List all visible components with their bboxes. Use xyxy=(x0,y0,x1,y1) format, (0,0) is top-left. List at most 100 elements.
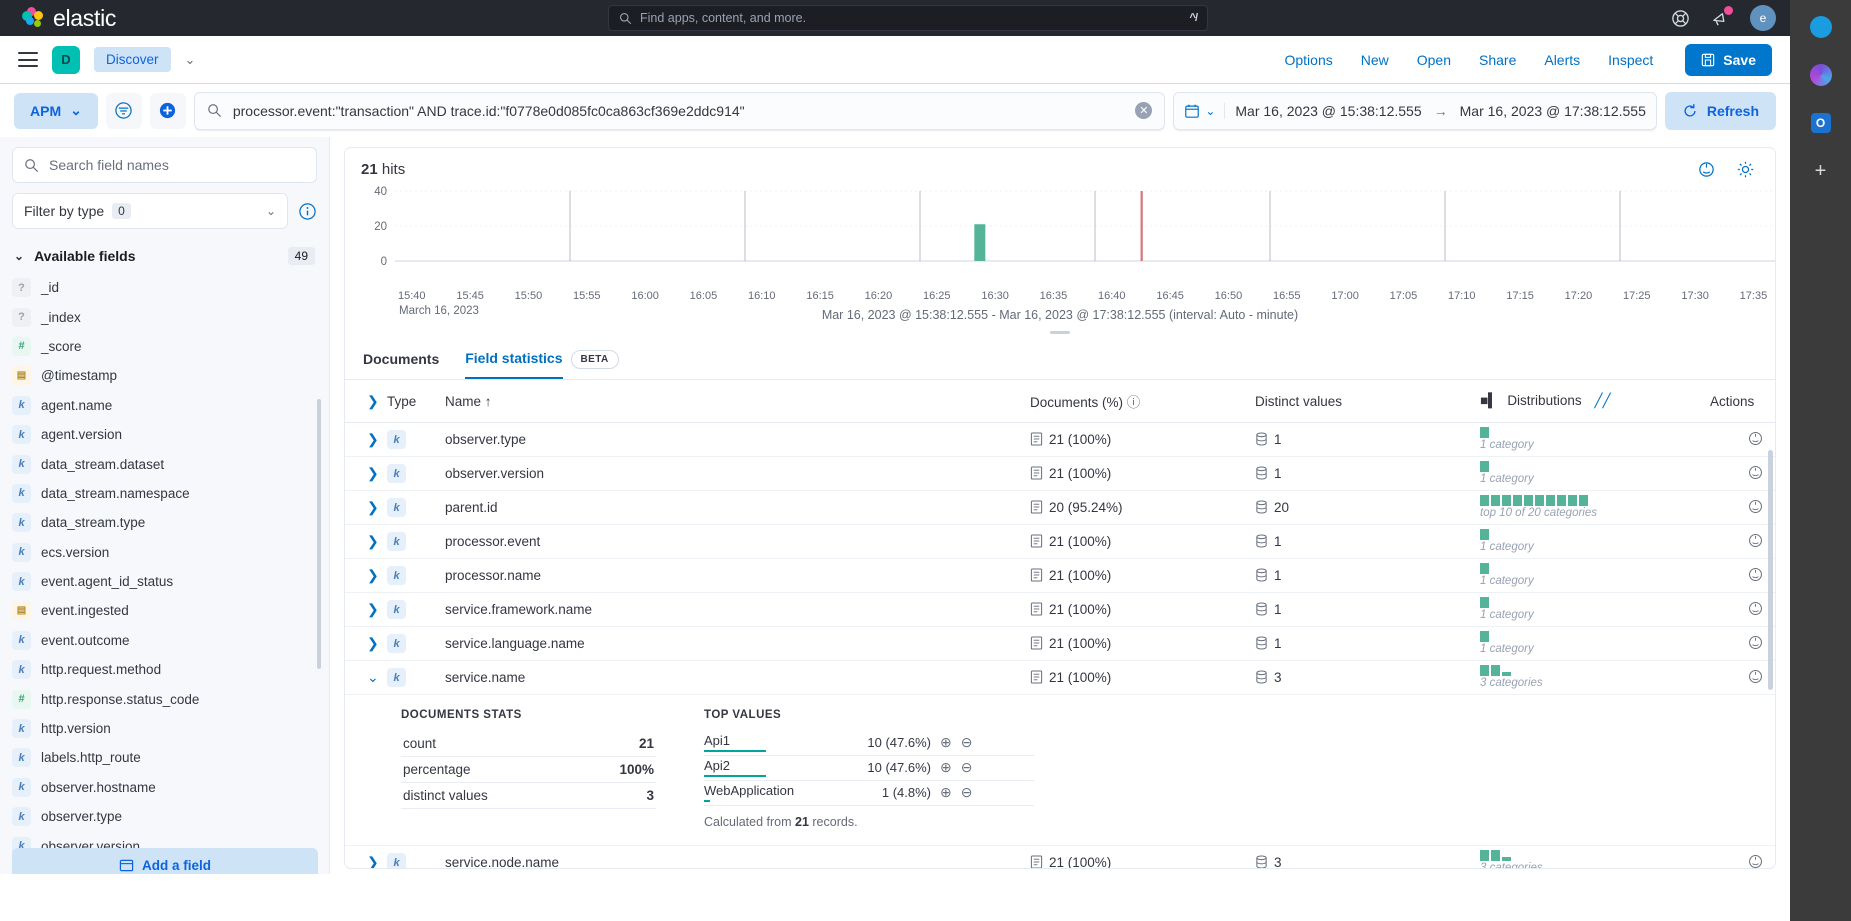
available-fields-header[interactable]: ⌄ Available fields 49 xyxy=(12,241,317,273)
sidebar-field-http.version[interactable]: k http.version xyxy=(12,714,317,743)
new-button[interactable]: New xyxy=(1361,52,1389,68)
visualize-action-icon[interactable] xyxy=(1747,532,1764,549)
table-row[interactable]: ❯ k service.language.name 21 (100%) 1 1 categ… xyxy=(345,626,1775,661)
visualize-action-icon[interactable] xyxy=(1747,600,1764,617)
row-expand-toggle[interactable]: ❯ xyxy=(345,845,387,868)
chevron-down-icon[interactable]: ⌄ xyxy=(367,669,379,686)
sidebar-field-ecs.version[interactable]: k ecs.version xyxy=(12,538,317,567)
table-row[interactable]: ❯ k observer.version 21 (100%) 1 1 category xyxy=(345,456,1775,491)
sidebar-field-_index[interactable]: ? _index xyxy=(12,302,317,331)
table-row[interactable]: ❯ k observer.type 21 (100%) 1 1 category xyxy=(345,422,1775,457)
row-expand-toggle[interactable]: ⌄ xyxy=(345,660,387,695)
alerts-button[interactable]: Alerts xyxy=(1544,52,1580,68)
field-search-input[interactable]: Search field names xyxy=(12,147,317,183)
row-expand-toggle[interactable]: ❯ xyxy=(345,592,387,627)
filter-out-value-button[interactable]: ⊖ xyxy=(961,759,973,776)
row-actions[interactable] xyxy=(1710,456,1775,491)
elastic-logo[interactable]: elastic xyxy=(22,5,116,32)
outlook-icon[interactable]: O xyxy=(1808,110,1834,136)
visualize-action-icon[interactable] xyxy=(1747,853,1764,870)
chevron-right-icon[interactable]: ❯ xyxy=(367,499,379,516)
add-icon[interactable]: + xyxy=(1808,158,1834,184)
copilot-icon[interactable] xyxy=(1808,14,1834,40)
gear-icon[interactable] xyxy=(1736,160,1755,179)
chevron-right-icon[interactable]: ❯ xyxy=(367,533,379,550)
visualize-action-icon[interactable] xyxy=(1747,668,1764,685)
chart-options-icon[interactable] xyxy=(1697,160,1716,179)
share-button[interactable]: Share xyxy=(1479,52,1516,68)
breadcrumb[interactable]: Discover xyxy=(94,47,171,72)
col-type[interactable]: Type xyxy=(387,380,445,423)
time-start[interactable]: Mar 16, 2023 @ 15:38:12.555 xyxy=(1235,103,1421,119)
table-scrollbar[interactable] xyxy=(1768,450,1773,690)
time-end[interactable]: Mar 16, 2023 @ 17:38:12.555 xyxy=(1460,103,1646,119)
sidebar-field-_id[interactable]: ? _id xyxy=(12,273,317,302)
chevron-right-icon[interactable]: ❯ xyxy=(367,601,379,618)
space-avatar[interactable]: D xyxy=(52,45,80,74)
row-actions[interactable] xyxy=(1710,592,1775,627)
table-row[interactable]: ❯ k service.node.name 21 (100%) 3 3 categorie… xyxy=(345,845,1775,870)
date-quick-select[interactable]: ⌄ xyxy=(1184,102,1226,119)
chevron-right-icon[interactable]: ❯ xyxy=(367,431,379,448)
clear-query-button[interactable]: ✕ xyxy=(1135,102,1153,119)
chevron-right-icon[interactable]: ❯ xyxy=(367,465,379,482)
visualize-action-icon[interactable] xyxy=(1747,634,1764,651)
row-expand-toggle[interactable]: ❯ xyxy=(345,422,387,457)
table-row[interactable]: ❯ k processor.event 21 (100%) 1 1 category xyxy=(345,524,1775,559)
filter-out-value-button[interactable]: ⊖ xyxy=(961,784,973,801)
table-row[interactable]: ⌄ k service.name 21 (100%) 3 3 categories xyxy=(345,660,1775,695)
histogram-chart[interactable]: 0 20 40 15:40 15:45 15:50 15:55 16:00 16:05 16:1… xyxy=(345,181,1775,317)
row-actions[interactable] xyxy=(1710,845,1775,870)
row-actions[interactable] xyxy=(1710,422,1775,457)
refresh-button[interactable]: Refresh xyxy=(1664,91,1776,130)
add-filter-button[interactable] xyxy=(105,92,142,129)
sidebar-field-@timestamp[interactable]: ▤ @timestamp xyxy=(12,361,317,390)
sidebar-scrollbar[interactable] xyxy=(317,399,321,669)
row-expand-toggle[interactable]: ❯ xyxy=(345,524,387,559)
sidebar-field-event.ingested[interactable]: ▤ event.ingested xyxy=(12,596,317,625)
sidebar-field-observer.type[interactable]: k observer.type xyxy=(12,802,317,831)
visualize-action-icon[interactable] xyxy=(1747,464,1764,481)
row-expand-toggle[interactable]: ❯ xyxy=(345,558,387,593)
visualize-action-icon[interactable] xyxy=(1747,498,1764,515)
table-row[interactable]: ❯ k parent.id 20 (95.24%) 20 top 10 of 20 cat… xyxy=(345,490,1775,525)
add-query-button[interactable] xyxy=(149,92,186,129)
tab-documents[interactable]: Documents xyxy=(363,341,439,378)
global-search-input[interactable]: Find apps, content, and more. ^/ xyxy=(608,5,1208,31)
chevron-right-icon[interactable]: ❯ xyxy=(367,567,379,584)
table-row[interactable]: ❯ k processor.name 21 (100%) 1 1 category xyxy=(345,558,1775,593)
tab-field-statistics[interactable]: Field statistics xyxy=(465,340,563,379)
col-documents[interactable]: Documents (%) ⓘ xyxy=(1030,380,1255,423)
inspect-button[interactable]: Inspect xyxy=(1608,52,1653,68)
col-name[interactable]: Name ↑ xyxy=(445,380,1030,423)
chevron-down-icon[interactable]: ⌄ xyxy=(185,52,196,68)
visualize-action-icon[interactable] xyxy=(1747,566,1764,583)
sidebar-field-agent.version[interactable]: k agent.version xyxy=(12,420,317,449)
sidebar-field-data_stream.dataset[interactable]: k data_stream.dataset xyxy=(12,449,317,478)
user-avatar[interactable]: e xyxy=(1750,5,1776,31)
chevron-right-icon[interactable]: ❯ xyxy=(367,854,379,868)
filter-for-value-button[interactable]: ⊕ xyxy=(940,759,952,776)
open-button[interactable]: Open xyxy=(1417,52,1451,68)
filter-for-value-button[interactable]: ⊕ xyxy=(940,784,952,801)
chart-resize-handle[interactable] xyxy=(1050,331,1070,334)
add-field-button[interactable]: Add a field xyxy=(12,848,318,874)
row-actions[interactable] xyxy=(1710,660,1775,695)
time-range-picker[interactable]: ⌄ Mar 16, 2023 @ 15:38:12.555 → Mar 16, … xyxy=(1173,91,1657,130)
filter-for-value-button[interactable]: ⊕ xyxy=(940,734,952,751)
row-expand-toggle[interactable]: ❯ xyxy=(345,490,387,525)
row-actions[interactable] xyxy=(1710,490,1775,525)
sidebar-field-data_stream.namespace[interactable]: k data_stream.namespace xyxy=(12,479,317,508)
chevron-right-icon[interactable]: ❯ xyxy=(367,635,379,652)
query-input[interactable]: processor.event:"transaction" AND trace.… xyxy=(193,91,1166,130)
data-view-picker[interactable]: APM ⌄ xyxy=(14,92,98,129)
row-actions[interactable] xyxy=(1710,558,1775,593)
expand-all-icon[interactable]: ❯ xyxy=(367,393,379,410)
save-button[interactable]: Save xyxy=(1685,43,1772,76)
row-actions[interactable] xyxy=(1710,524,1775,559)
sidebar-field-event.agent_id_status[interactable]: k event.agent_id_status xyxy=(12,567,317,596)
row-expand-toggle[interactable]: ❯ xyxy=(345,456,387,491)
sidebar-field-data_stream.type[interactable]: k data_stream.type xyxy=(12,508,317,537)
nav-menu-icon[interactable] xyxy=(18,52,38,67)
options-button[interactable]: Options xyxy=(1284,52,1332,68)
